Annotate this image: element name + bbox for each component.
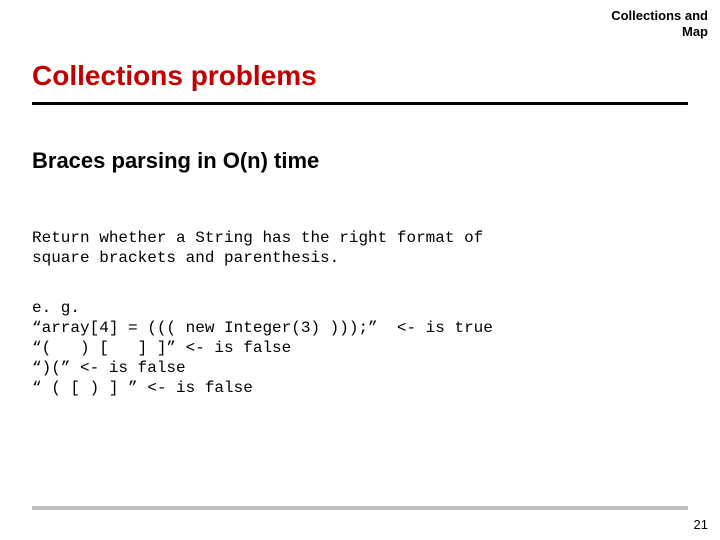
header-meta-line2: Map	[611, 24, 708, 40]
title-divider	[32, 102, 688, 105]
slide-subtitle: Braces parsing in O(n) time	[32, 148, 319, 174]
page-number: 21	[694, 517, 708, 532]
header-meta: Collections and Map	[611, 8, 708, 39]
header-meta-line1: Collections and	[611, 8, 708, 24]
examples-text: e. g. “array[4] = ((( new Integer(3) )))…	[32, 298, 493, 398]
footer-divider	[32, 506, 688, 510]
slide-title: Collections problems	[32, 60, 317, 92]
description-text: Return whether a String has the right fo…	[32, 228, 483, 268]
